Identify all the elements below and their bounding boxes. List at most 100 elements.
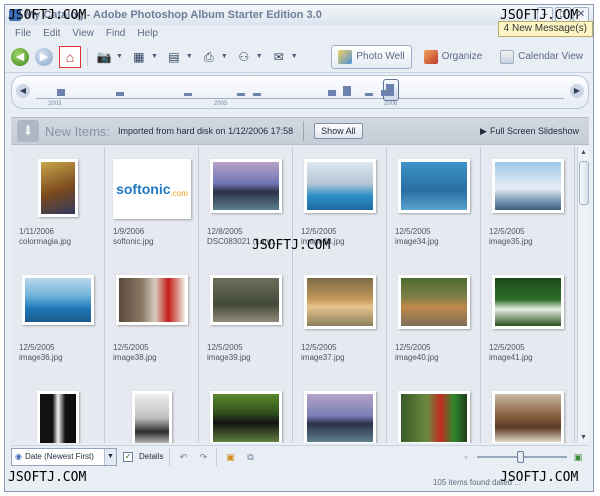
softonic-logo: softonic	[116, 181, 171, 197]
view-calendar[interactable]: Calendar View	[494, 45, 589, 69]
photo-thumbnail[interactable]	[398, 275, 470, 329]
timeline-bar[interactable]	[364, 93, 373, 96]
menu-help[interactable]: Help	[137, 28, 158, 39]
photo-thumbnail[interactable]	[116, 275, 188, 325]
home-button[interactable]: ⌂	[59, 45, 81, 68]
timeline-right-arrow-icon[interactable]: ▶	[570, 84, 584, 98]
view-organize-label: Organize	[441, 51, 483, 62]
grid-scrollbar[interactable]: ▲ ▼	[577, 147, 589, 443]
photo-thumbnail[interactable]	[210, 159, 282, 213]
photo-thumbnail[interactable]	[210, 275, 282, 325]
menu-view[interactable]: View	[72, 28, 94, 39]
printer-dropdown-icon[interactable]: ▼	[221, 53, 228, 60]
version-set-icon[interactable]: ⧉	[243, 450, 257, 464]
email-icon[interactable]: ✉	[269, 48, 289, 66]
timeline-left-arrow-icon[interactable]: ◀	[16, 84, 30, 98]
photo-cell[interactable]: 12/5/2005 image40.jpg	[387, 263, 481, 379]
show-all-button[interactable]: Show All	[314, 123, 363, 139]
view-organize[interactable]: Organize	[418, 45, 489, 69]
photo-thumbnail[interactable]	[304, 159, 376, 213]
menu-edit[interactable]: Edit	[43, 28, 60, 39]
sort-order-select[interactable]: ◉ Date (Newest First) ▼	[11, 447, 117, 466]
scroll-down-icon[interactable]: ▼	[580, 434, 587, 441]
fullscreen-slideshow-button[interactable]: ▶ Full Screen Slideshow	[480, 126, 579, 137]
scroll-thumb[interactable]	[579, 161, 589, 205]
photo-cell[interactable]	[293, 379, 387, 443]
rotate-left-icon[interactable]: ↶	[176, 450, 190, 464]
photo-cell[interactable]: 12/5/2005 image36.jpg	[11, 263, 105, 379]
photo-thumbnail[interactable]	[492, 391, 564, 443]
toolbar-separator	[87, 47, 88, 66]
back-button[interactable]: ◀	[11, 47, 29, 66]
messages-badge[interactable]: 4 New Message(s)	[497, 21, 593, 37]
photo-cell[interactable]: softonic .com 1/9/2006 softonic.jpg	[105, 147, 199, 263]
timeline-bar[interactable]	[343, 86, 352, 96]
photo-filename: image41.jpg	[489, 353, 533, 362]
photo-date: 12/5/2005	[301, 343, 337, 352]
rotate-right-icon[interactable]: ↷	[196, 450, 210, 464]
watermark: JSOFTJ.COM	[8, 8, 87, 23]
calendar-icon	[500, 49, 515, 64]
photo-thumbnail[interactable]	[492, 275, 564, 329]
timeline-bar[interactable]	[253, 93, 262, 96]
zoom-slider-knob[interactable]	[517, 451, 524, 463]
photo-cell[interactable]	[481, 379, 575, 443]
camera-dropdown-icon[interactable]: ▼	[116, 53, 123, 60]
share-icon[interactable]: ⚇	[234, 48, 254, 66]
photo-thumbnail[interactable]	[132, 391, 172, 443]
view-calendar-label: Calendar View	[518, 51, 583, 62]
photo-date: 12/5/2005	[19, 343, 55, 352]
photo-thumbnail[interactable]	[398, 159, 470, 213]
watermark: JSOFTJ.COM	[500, 8, 579, 23]
photo-cell[interactable]	[105, 379, 199, 443]
photo-cell[interactable]: 12/5/2005 image38.jpg	[105, 263, 199, 379]
timeline-year-label: 2003	[48, 101, 62, 107]
timeline-bar[interactable]	[237, 93, 246, 96]
timeline-bar[interactable]	[57, 89, 66, 96]
share-dropdown-icon[interactable]: ▼	[256, 53, 263, 60]
zoom-slider[interactable]	[477, 451, 567, 463]
forward-button[interactable]: ▶	[35, 47, 53, 66]
photo-thumbnail[interactable]	[37, 391, 79, 443]
large-thumb-icon[interactable]: ▣	[571, 450, 585, 464]
photo-thumbnail[interactable]: softonic .com	[113, 159, 191, 219]
menu-find[interactable]: Find	[106, 28, 125, 39]
small-thumb-icon[interactable]: ▫	[459, 450, 473, 464]
photo-thumbnail[interactable]	[398, 391, 470, 443]
photo-cell[interactable]	[387, 379, 481, 443]
photo-thumbnail[interactable]	[304, 391, 376, 443]
photo-cell[interactable]: 12/5/2005 image37.jpg	[293, 263, 387, 379]
creations-icon[interactable]: ▤	[164, 48, 184, 66]
photo-cell[interactable]	[199, 379, 293, 443]
printer-icon[interactable]: ⎙	[199, 48, 219, 66]
timeline-bar[interactable]	[385, 84, 394, 96]
camera-icon[interactable]: 📷	[94, 48, 114, 66]
photo-cell[interactable]: 12/5/2005 image39.jpg	[199, 263, 293, 379]
stack-icon[interactable]: ▣	[223, 450, 237, 464]
email-dropdown-icon[interactable]: ▼	[291, 53, 298, 60]
photo-cell[interactable]: 12/5/2005 image41.jpg	[481, 263, 575, 379]
photo-cell[interactable]: 12/5/2005 image34.jpg	[387, 147, 481, 263]
photo-cell[interactable]: 1/11/2006 colormagia.jpg	[11, 147, 105, 263]
photo-thumbnail[interactable]	[492, 159, 564, 213]
timeline-bar[interactable]	[115, 92, 124, 96]
photo-date: 12/5/2005	[207, 343, 243, 352]
image-edit-dropdown-icon[interactable]: ▼	[151, 53, 158, 60]
photo-thumbnail[interactable]	[38, 159, 78, 217]
image-edit-icon[interactable]: ▦	[129, 48, 149, 66]
creations-dropdown-icon[interactable]: ▼	[186, 53, 193, 60]
details-checkbox[interactable]: ✓	[123, 451, 133, 462]
scroll-up-icon[interactable]: ▲	[580, 149, 587, 156]
chevron-down-icon[interactable]: ▼	[104, 448, 116, 465]
photo-thumbnail[interactable]	[210, 391, 282, 443]
timeline[interactable]: ◀ ▶ 2003 2005 2006	[11, 75, 589, 109]
photo-thumbnail[interactable]	[22, 275, 94, 325]
photo-thumbnail[interactable]	[304, 275, 376, 329]
timeline-bar[interactable]	[184, 93, 193, 96]
timeline-bar[interactable]	[327, 90, 336, 96]
photo-cell[interactable]: 12/5/2005 image35.jpg	[481, 147, 575, 263]
menu-file[interactable]: File	[15, 28, 31, 39]
view-photo-well[interactable]: Photo Well	[331, 44, 412, 69]
bottom-toolbar: ◉ Date (Newest First) ▼ ✓ Details ↶ ↷ ▣ …	[11, 445, 589, 467]
photo-cell[interactable]	[11, 379, 105, 443]
